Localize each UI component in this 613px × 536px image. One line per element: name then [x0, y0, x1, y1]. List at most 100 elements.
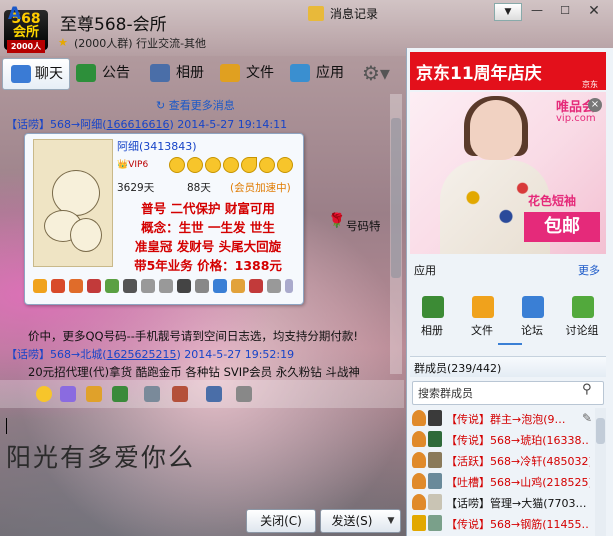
- profile-name[interactable]: 阿细(3413843): [117, 138, 197, 154]
- image-icon[interactable]: [112, 386, 128, 402]
- minimize-button[interactable]: —: [524, 3, 550, 19]
- more-messages-link[interactable]: ↻ 查看更多消息: [156, 97, 235, 113]
- badge-icon[interactable]: [33, 279, 47, 293]
- jd-ad-text: 京东11周年店庆: [416, 64, 542, 84]
- music-icon[interactable]: [144, 386, 160, 402]
- close-button[interactable]: 关闭(C): [246, 509, 316, 533]
- member-avatar: [428, 473, 442, 489]
- settings-gear-icon[interactable]: ⚙▾: [362, 58, 402, 88]
- apps-page-indicator: [498, 343, 522, 345]
- badge-icon[interactable]: [51, 279, 65, 293]
- edit-icon[interactable]: ✎: [582, 411, 592, 425]
- emoji-icon: [187, 157, 203, 173]
- message-qq-link[interactable]: 1625625215: [107, 348, 177, 361]
- tab-chat[interactable]: 聊天: [2, 58, 70, 90]
- member-name: 【传说】568→钢筋(11455…: [446, 518, 590, 531]
- forum-icon: [522, 296, 544, 318]
- member-row[interactable]: 【传说】群主→泡泡(9…: [410, 408, 590, 429]
- megaphone-icon: [76, 64, 96, 82]
- history-icon: [308, 6, 324, 21]
- tab-notice-label: 公告: [102, 65, 130, 81]
- ad-line: 带5年业务 价格：1388元: [134, 258, 282, 273]
- close-window-button[interactable]: ✕: [580, 3, 608, 19]
- diamond-icon[interactable]: [177, 279, 191, 293]
- add-discussion-icon: [572, 296, 594, 318]
- app-forum[interactable]: 论坛: [512, 296, 552, 337]
- send-options-dropdown[interactable]: ▼: [382, 509, 401, 533]
- tab-apps[interactable]: 应用: [290, 58, 360, 88]
- send-button[interactable]: 发送(S): [320, 509, 384, 533]
- members-scrollbar-thumb[interactable]: [596, 418, 605, 444]
- diamond-icon[interactable]: [267, 279, 281, 293]
- profile-avatar[interactable]: [33, 139, 113, 267]
- apps-header: [410, 258, 606, 278]
- app-discussion[interactable]: 讨论组: [562, 296, 602, 337]
- app-album[interactable]: 相册: [412, 296, 452, 337]
- tab-chat-label: 聊天: [35, 66, 63, 82]
- member-status-icon: [412, 410, 426, 426]
- jd-ad-logo: 京东: [582, 79, 598, 90]
- gift-icon[interactable]: [172, 386, 188, 402]
- diamond-icon[interactable]: [159, 279, 173, 293]
- badge-icon[interactable]: [213, 279, 227, 293]
- diamond-icon[interactable]: [123, 279, 137, 293]
- magic-expression-icon[interactable]: [60, 386, 76, 402]
- font-icon[interactable]: A: [8, 4, 26, 24]
- message-history-button[interactable]: 消息记录: [308, 4, 392, 24]
- apps-more-link[interactable]: 更多: [578, 262, 600, 278]
- badge-icon[interactable]: [87, 279, 101, 293]
- badge-icon[interactable]: [69, 279, 83, 293]
- vip-url: vip.com: [556, 113, 596, 124]
- member-name: 【传说】568→琥珀(16338…: [446, 434, 590, 447]
- maximize-button[interactable]: ☐: [552, 3, 578, 19]
- emoji-icon: [223, 157, 239, 173]
- tab-files-label: 文件: [246, 65, 274, 81]
- member-avatar: [428, 452, 442, 468]
- chat-window: 568 会所 2000人 至尊568-会所 ★ (2000人群) 行业交流-其他…: [0, 0, 613, 536]
- diamond-icon[interactable]: [141, 279, 155, 293]
- more-messages-text: 查看更多消息: [168, 99, 235, 112]
- more-badges-arrow[interactable]: [285, 279, 293, 293]
- member-row[interactable]: 【传说】568→钢筋(11455…: [410, 513, 590, 534]
- tab-files[interactable]: 文件: [220, 58, 290, 88]
- member-status-icon: [412, 431, 426, 447]
- search-icon[interactable]: ⚲: [582, 382, 592, 397]
- folder-icon: [220, 64, 240, 82]
- message-sender[interactable]: 568→北城(: [50, 348, 107, 361]
- member-avatar: [428, 515, 442, 531]
- message-snippet: 号码特: [346, 219, 381, 233]
- message-tag: 【话唠】: [6, 118, 50, 131]
- accel-status: (会员加速中): [230, 182, 291, 194]
- badge-icon[interactable]: [195, 279, 209, 293]
- shake-icon[interactable]: [86, 386, 102, 402]
- message-text: 价中，更多QQ号码--手机靓号请到空间日志选，均支持分期付款!: [28, 329, 359, 343]
- tab-album[interactable]: 相册: [150, 58, 220, 88]
- badge-icon[interactable]: [231, 279, 245, 293]
- app-album-label: 相册: [421, 324, 443, 337]
- message-time: ) 2014-5-27 19:52:19: [176, 348, 295, 361]
- member-row[interactable]: 【话唠】管理→大猫(7703…: [410, 492, 590, 513]
- tab-apps-label: 应用: [316, 65, 344, 81]
- logo-bottom-text: 2000人: [7, 40, 45, 53]
- member-row[interactable]: 【传说】568→琥珀(16338…: [410, 429, 590, 450]
- badge-icon[interactable]: [249, 279, 263, 293]
- skin-button[interactable]: ▼: [494, 3, 522, 21]
- member-row[interactable]: 【吐槽】568→山鸡(218525): [410, 471, 590, 492]
- badge-icon[interactable]: [105, 279, 119, 293]
- emoji-icon[interactable]: [36, 386, 52, 402]
- ad-close-icon[interactable]: ×: [588, 98, 602, 112]
- group-title[interactable]: 至尊568-会所: [60, 10, 167, 35]
- tab-album-label: 相册: [176, 65, 204, 81]
- screenshot-icon[interactable]: [206, 386, 222, 402]
- message-history-label: 消息记录: [330, 7, 379, 21]
- tab-notice[interactable]: 公告: [76, 58, 146, 88]
- ad-line: 概念：生世 一生发 世生: [141, 220, 275, 235]
- members-count: 群成员(239/442): [414, 362, 502, 375]
- vip-badge: 👑VIP6: [117, 160, 149, 170]
- member-row[interactable]: 【活跃】568→冷轩(485032): [410, 450, 590, 471]
- message-qq-link[interactable]: 166616616: [107, 118, 170, 131]
- message-sender[interactable]: 568→阿细(: [50, 118, 107, 131]
- app-file[interactable]: 文件: [462, 296, 502, 337]
- chat-scrollbar-thumb[interactable]: [391, 118, 401, 278]
- more-tools-icon[interactable]: [236, 386, 252, 402]
